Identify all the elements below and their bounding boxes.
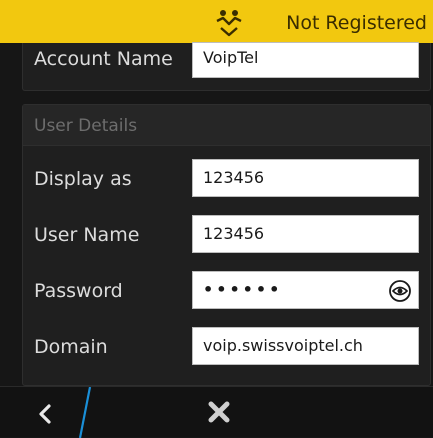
password-label: Password (34, 280, 123, 302)
close-icon (208, 401, 230, 423)
display-as-label: Display as (34, 168, 132, 190)
account-name-field[interactable]: VoipTel (192, 42, 419, 78)
status-bar: Not Registered (0, 0, 433, 43)
network-people-icon (216, 10, 242, 37)
account-panel: Account Name VoipTel (22, 42, 431, 91)
user-details-panel: User Details Display as 123456 User Name… (22, 104, 431, 386)
display-as-value: 123456 (203, 168, 265, 187)
password-value: •••••• (203, 280, 283, 299)
close-button[interactable] (200, 387, 236, 438)
display-as-field[interactable]: 123456 (192, 159, 419, 197)
chevron-left-icon (39, 404, 51, 424)
eye-icon[interactable] (389, 280, 411, 302)
back-button[interactable] (0, 387, 80, 438)
domain-value: voip.swissvoiptel.ch (203, 336, 363, 355)
user-name-label: User Name (34, 224, 140, 246)
account-name-value: VoipTel (203, 48, 259, 67)
domain-label: Domain (34, 336, 108, 358)
domain-field[interactable]: voip.swissvoiptel.ch (192, 327, 419, 365)
password-field[interactable]: •••••• (192, 271, 419, 309)
section-title: User Details (34, 116, 138, 136)
bottom-action-bar (0, 386, 433, 438)
accent-divider (78, 387, 92, 438)
account-name-label: Account Name (34, 48, 173, 70)
user-name-field[interactable]: 123456 (192, 215, 419, 253)
section-header: User Details (23, 105, 430, 146)
registration-status: Not Registered (286, 12, 427, 34)
user-name-value: 123456 (203, 224, 265, 243)
